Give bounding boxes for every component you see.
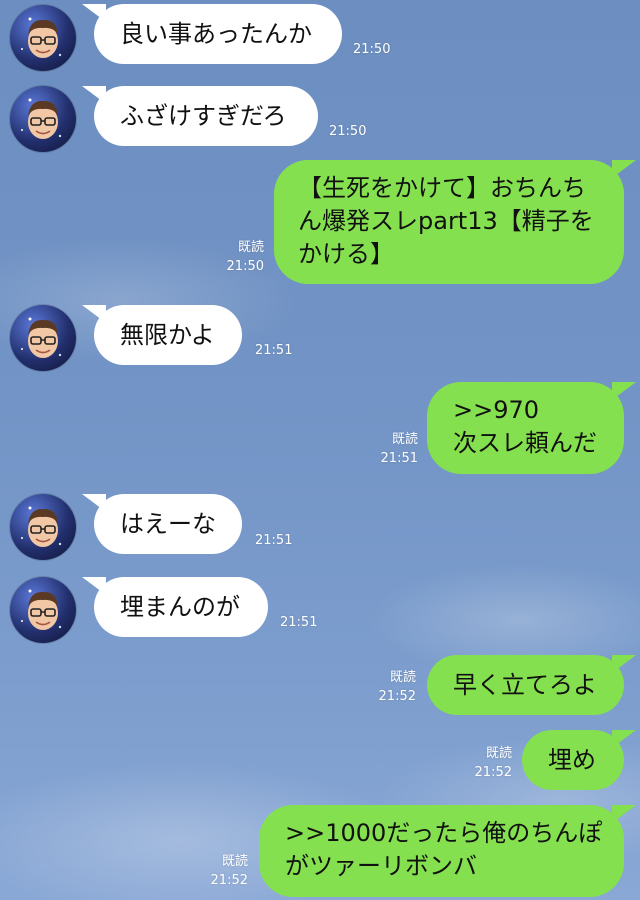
bubble-tail	[612, 655, 636, 673]
message-meta: 既読 21:51	[372, 430, 418, 468]
read-receipt: 既読	[237, 240, 264, 255]
message-bubble-incoming[interactable]: 埋まんのが	[94, 577, 268, 637]
message-time: 21:50	[353, 42, 391, 57]
bubble-tail	[612, 730, 636, 748]
message-meta: 既読 21:52	[202, 852, 248, 890]
message-bubble-incoming[interactable]: 無限かよ	[94, 305, 242, 365]
bubble-tail	[612, 160, 636, 178]
message-text-line: >>970	[453, 396, 540, 424]
message-time: 21:51	[255, 343, 293, 358]
message-text: 無限かよ	[120, 321, 215, 349]
message-bubble-outgoing[interactable]: >>970 次スレ頼んだ	[427, 382, 624, 474]
message-bubble-outgoing[interactable]: 【生死をかけて】おちんち ん爆発スレpart13【精子を かける】	[274, 160, 624, 284]
message-text-line: >>1000だったら俺のちんぽ	[285, 819, 603, 847]
message-text: 埋まんのが	[120, 593, 240, 621]
message-text: 良い事あったんか	[120, 20, 312, 48]
message-bubble-outgoing[interactable]: >>1000だったら俺のちんぽ がツァーリボンバ	[259, 805, 624, 897]
message-time: 21:51	[255, 533, 293, 548]
bubble-tail	[612, 805, 636, 823]
message-time: 21:52	[210, 873, 248, 888]
message-bubble-incoming[interactable]: ふざけすぎだろ	[94, 86, 318, 146]
message-text-line: ん爆発スレpart13【精子を	[298, 207, 594, 235]
bubble-tail	[612, 382, 636, 400]
avatar[interactable]	[10, 305, 76, 371]
message-time: 21:52	[378, 689, 416, 704]
read-receipt: 既読	[389, 670, 416, 685]
message-bubble-outgoing[interactable]: 埋め	[522, 730, 624, 790]
avatar[interactable]	[10, 5, 76, 71]
message-time: 21:52	[474, 765, 512, 780]
avatar[interactable]	[10, 86, 76, 152]
message-time: 21:51	[280, 615, 318, 630]
message-text-line: 【生死をかけて】おちんち	[298, 174, 586, 202]
message-bubble-incoming[interactable]: はえーな	[94, 494, 242, 554]
avatar[interactable]	[10, 494, 76, 560]
message-text: ふざけすぎだろ	[120, 102, 287, 130]
message-time: 21:50	[226, 259, 264, 274]
message-bubble-incoming[interactable]: 良い事あったんか	[94, 4, 342, 64]
message-meta: 既読 21:52	[370, 668, 416, 706]
message-meta: 既読 21:50	[218, 238, 264, 276]
message-text: 早く立てろよ	[453, 671, 597, 699]
message-text: 埋め	[548, 746, 596, 774]
read-receipt: 既読	[221, 854, 248, 869]
message-text-line: かける】	[298, 240, 394, 268]
message-text-line: 次スレ頼んだ	[453, 429, 597, 457]
avatar[interactable]	[10, 577, 76, 643]
read-receipt: 既読	[391, 432, 418, 447]
message-time: 21:51	[380, 451, 418, 466]
message-text: はえーな	[120, 510, 216, 538]
message-time: 21:50	[329, 124, 367, 139]
message-meta: 既読 21:52	[466, 744, 512, 782]
message-text-line: がツァーリボンバ	[285, 852, 477, 880]
message-bubble-outgoing[interactable]: 早く立てろよ	[427, 655, 624, 715]
read-receipt: 既読	[485, 746, 512, 761]
